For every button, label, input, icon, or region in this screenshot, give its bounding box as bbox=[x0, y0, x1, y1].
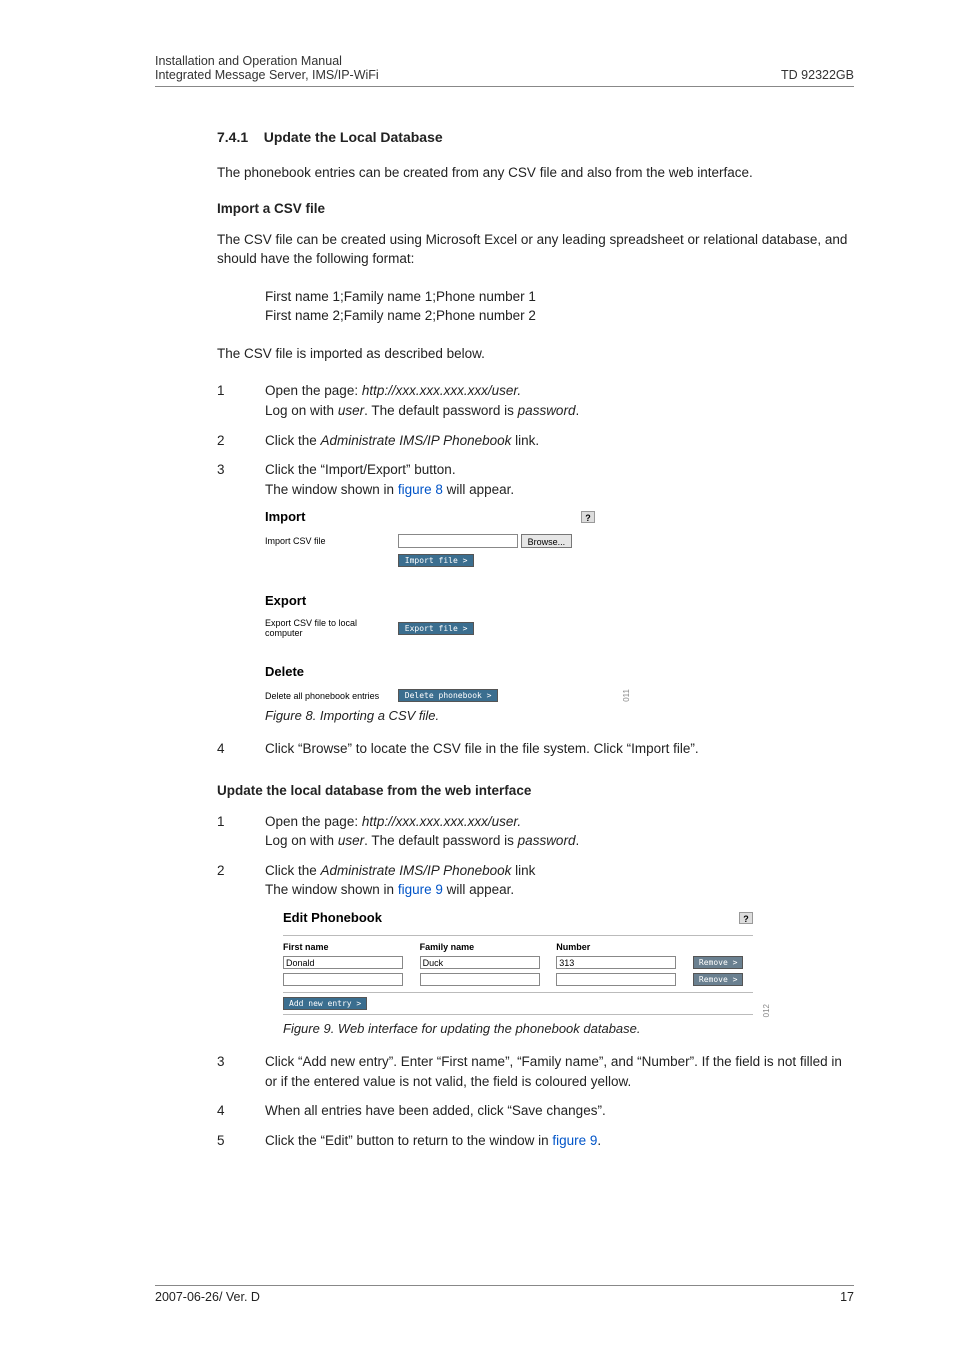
fig8-code: 011 bbox=[622, 689, 631, 702]
fig9-col-first: First name bbox=[283, 940, 420, 954]
footer-divider bbox=[155, 1285, 854, 1286]
update-web-heading: Update the local database from the web i… bbox=[217, 783, 854, 798]
step-4: 4 Click “Browse” to locate the CSV file … bbox=[217, 739, 854, 759]
fig9-add-entry-button[interactable]: Add new entry > bbox=[283, 997, 367, 1010]
step-1: 1 Open the page: http://xxx.xxx.xxx.xxx/… bbox=[217, 381, 854, 420]
web-step-1: 1 Open the page: http://xxx.xxx.xxx.xxx/… bbox=[217, 812, 854, 851]
import-csv-para2: The CSV file is imported as described be… bbox=[217, 344, 854, 364]
figure-9-link-2[interactable]: figure 9 bbox=[552, 1133, 597, 1148]
fig9-remove-button[interactable]: Remove > bbox=[693, 956, 744, 969]
step-2: 2 Click the Administrate IMS/IP Phoneboo… bbox=[217, 431, 854, 451]
fig9-family-input[interactable] bbox=[420, 956, 540, 969]
web-step-4: 4 When all entries have been added, clic… bbox=[217, 1101, 854, 1121]
fig8-delete-heading: Delete bbox=[265, 664, 304, 679]
fig8-browse-button[interactable]: Browse... bbox=[521, 534, 573, 548]
fig9-number-input-2[interactable] bbox=[556, 973, 676, 986]
fig8-import-label: Import CSV file bbox=[265, 536, 395, 546]
csv-format-line1: First name 1;Family name 1;Phone number … bbox=[265, 287, 854, 307]
import-csv-para: The CSV file can be created using Micros… bbox=[217, 230, 854, 269]
fig8-export-label: Export CSV file to local computer bbox=[265, 618, 395, 638]
import-csv-heading: Import a CSV file bbox=[217, 201, 854, 216]
footer-date-version: 2007-06-26/ Ver. D bbox=[155, 1290, 260, 1304]
page-footer: 2007-06-26/ Ver. D 17 bbox=[155, 1285, 854, 1304]
header-doc-id: TD 92322GB bbox=[781, 68, 854, 82]
fig8-export-file-button[interactable]: Export file > bbox=[398, 622, 475, 635]
fig9-first-input[interactable] bbox=[283, 956, 403, 969]
fig9-first-input-2[interactable] bbox=[283, 973, 403, 986]
fig9-table: First name Family name Number Remove > R… bbox=[283, 940, 753, 988]
web-step-5: 5 Click the “Edit” button to return to t… bbox=[217, 1131, 854, 1151]
footer-page-number: 17 bbox=[840, 1290, 854, 1304]
section-intro: The phonebook entries can be created fro… bbox=[217, 163, 854, 183]
figure-9-link[interactable]: figure 9 bbox=[398, 882, 443, 897]
fig9-code: 012 bbox=[762, 1004, 771, 1017]
fig8-import-file-input[interactable] bbox=[398, 534, 518, 548]
fig8-delete-label: Delete all phonebook entries bbox=[265, 691, 395, 701]
section-title: Update the Local Database bbox=[264, 129, 443, 145]
figure-8-link[interactable]: figure 8 bbox=[398, 482, 443, 497]
page-header: Installation and Operation Manual Integr… bbox=[155, 54, 854, 87]
figure-8-caption: Figure 8. Importing a CSV file. bbox=[265, 708, 854, 723]
fig8-import-file-button[interactable]: Import file > bbox=[398, 554, 475, 567]
header-left-1: Installation and Operation Manual bbox=[155, 54, 342, 68]
table-row: Remove > bbox=[283, 971, 753, 988]
fig9-number-input[interactable] bbox=[556, 956, 676, 969]
csv-format-block: First name 1;Family name 1;Phone number … bbox=[265, 287, 854, 326]
fig8-delete-phonebook-button[interactable]: Delete phonebook > bbox=[398, 689, 499, 702]
section-number: 7.4.1 bbox=[217, 129, 248, 145]
section-heading: 7.4.1 Update the Local Database bbox=[217, 129, 854, 145]
csv-format-line2: First name 2;Family name 2;Phone number … bbox=[265, 306, 854, 326]
fig8-export-heading: Export bbox=[265, 593, 306, 608]
figure-8: Import ? Import CSV file Browse... Impor… bbox=[265, 509, 595, 702]
help-icon[interactable]: ? bbox=[581, 511, 595, 523]
web-step-3: 3 Click “Add new entry”. Enter “First na… bbox=[217, 1052, 854, 1091]
figure-9: Edit Phonebook ? First name Family name … bbox=[283, 910, 753, 1015]
step-3: 3 Click the “Import/Export” button. The … bbox=[217, 460, 854, 499]
fig9-col-family: Family name bbox=[420, 940, 557, 954]
table-row: Remove > bbox=[283, 954, 753, 971]
fig9-remove-button[interactable]: Remove > bbox=[693, 973, 744, 986]
header-left-2: Integrated Message Server, IMS/IP-WiFi bbox=[155, 68, 379, 82]
fig9-family-input-2[interactable] bbox=[420, 973, 540, 986]
help-icon[interactable]: ? bbox=[739, 912, 753, 924]
fig8-import-heading: Import bbox=[265, 509, 305, 524]
figure-9-caption: Figure 9. Web interface for updating the… bbox=[283, 1021, 854, 1036]
web-step-2: 2 Click the Administrate IMS/IP Phoneboo… bbox=[217, 861, 854, 900]
fig9-title: Edit Phonebook bbox=[283, 910, 382, 925]
fig9-col-number: Number bbox=[556, 940, 693, 954]
